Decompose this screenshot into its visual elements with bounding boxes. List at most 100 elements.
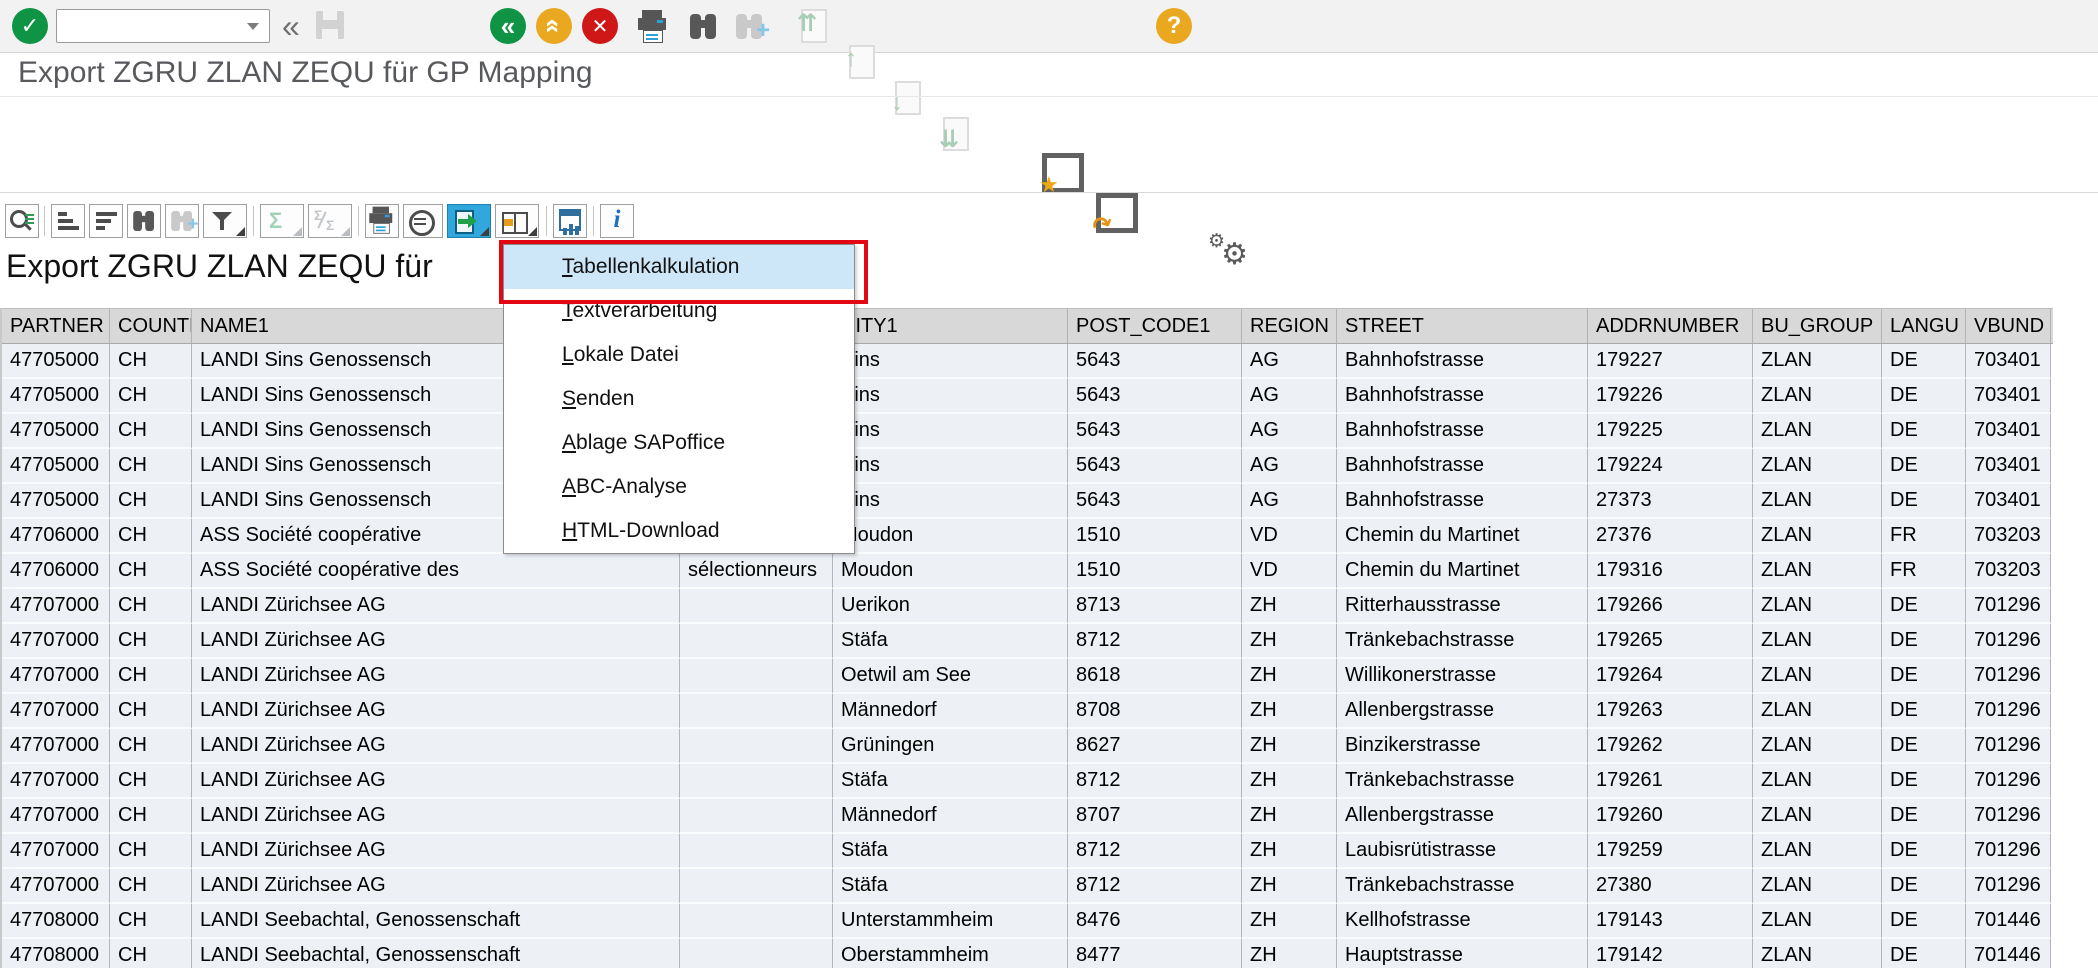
cell-street[interactable]: Ritterhausstrasse (1337, 589, 1588, 624)
command-input[interactable] (60, 13, 239, 39)
cell-bu_group[interactable]: ZLAN (1753, 799, 1882, 834)
cell-region[interactable]: ZH (1242, 764, 1337, 799)
customize-button[interactable]: ⚙ ⚙ (1208, 230, 1248, 268)
cell-name2[interactable] (680, 799, 833, 834)
cell-name2[interactable] (680, 694, 833, 729)
cell-post_code1[interactable]: 1510 (1068, 554, 1242, 589)
cell-street[interactable]: Laubisrütistrasse (1337, 834, 1588, 869)
cell-addrnumber[interactable]: 179264 (1588, 659, 1753, 694)
cell-langu[interactable]: DE (1882, 764, 1966, 799)
cell-partner[interactable]: 47706000 (2, 519, 110, 554)
print-button[interactable] (634, 8, 670, 44)
cell-langu[interactable]: DE (1882, 659, 1966, 694)
menu-item-html-download[interactable]: HTML-Download (504, 509, 854, 553)
cell-post_code1[interactable]: 8712 (1068, 869, 1242, 904)
cell-post_code1[interactable]: 8712 (1068, 764, 1242, 799)
graphic-button[interactable] (553, 204, 587, 238)
cell-post_code1[interactable]: 5643 (1068, 344, 1242, 379)
cell-region[interactable]: AG (1242, 379, 1337, 414)
cell-bu_group[interactable]: ZLAN (1753, 414, 1882, 449)
column-header-street[interactable]: STREET (1337, 309, 1588, 343)
cell-post_code1[interactable]: 5643 (1068, 379, 1242, 414)
cell-region[interactable]: VD (1242, 519, 1337, 554)
cell-partner[interactable]: 47707000 (2, 799, 110, 834)
cell-post_code1[interactable]: 8477 (1068, 939, 1242, 968)
cell-langu[interactable]: DE (1882, 869, 1966, 904)
cell-city1[interactable]: Männedorf (833, 694, 1068, 729)
cell-country[interactable]: CH (110, 624, 192, 659)
cell-langu[interactable]: DE (1882, 449, 1966, 484)
cell-addrnumber[interactable]: 179262 (1588, 729, 1753, 764)
cell-addrnumber[interactable]: 179226 (1588, 379, 1753, 414)
print-button-grid[interactable] (365, 204, 399, 238)
cell-vbund[interactable]: 701296 (1966, 764, 2051, 799)
column-header-bu_group[interactable]: BU_GROUP (1753, 309, 1882, 343)
cell-langu[interactable]: DE (1882, 904, 1966, 939)
cell-bu_group[interactable]: ZLAN (1753, 379, 1882, 414)
cancel-button[interactable]: ✕ (582, 8, 618, 44)
cell-city1[interactable]: Moudon (833, 519, 1068, 554)
table-row[interactable]: 47707000CHLANDI Zürichsee AGOetwil am Se… (2, 659, 2053, 694)
column-header-country[interactable]: COUNTRY (110, 309, 192, 343)
cell-vbund[interactable]: 703401 (1966, 449, 2051, 484)
cell-post_code1[interactable]: 8712 (1068, 624, 1242, 659)
cell-city1[interactable]: Oetwil am See (833, 659, 1068, 694)
cell-city1[interactable]: Sins (833, 449, 1068, 484)
cell-street[interactable]: Bahnhofstrasse (1337, 449, 1588, 484)
cell-region[interactable]: ZH (1242, 624, 1337, 659)
cell-bu_group[interactable]: ZLAN (1753, 519, 1882, 554)
cell-vbund[interactable]: 703203 (1966, 519, 2051, 554)
cell-partner[interactable]: 47707000 (2, 694, 110, 729)
cell-city1[interactable]: Stäfa (833, 869, 1068, 904)
cell-vbund[interactable]: 701296 (1966, 589, 2051, 624)
table-row[interactable]: 47707000CHLANDI Zürichsee AGMännedorf870… (2, 799, 2053, 834)
cell-langu[interactable]: DE (1882, 834, 1966, 869)
cell-city1[interactable]: Sins (833, 379, 1068, 414)
column-header-langu[interactable]: LANGU (1882, 309, 1966, 343)
cell-street[interactable]: Chemin du Martinet (1337, 554, 1588, 589)
new-session-button[interactable]: ↷ (1096, 193, 1138, 233)
cell-name1[interactable]: LANDI Zürichsee AG (192, 869, 680, 904)
column-header-addrnumber[interactable]: ADDRNUMBER (1588, 309, 1753, 343)
cell-region[interactable]: ZH (1242, 799, 1337, 834)
first-page-button[interactable]: ⇈ (798, 7, 828, 43)
cell-region[interactable]: AG (1242, 414, 1337, 449)
cell-country[interactable]: CH (110, 414, 192, 449)
cell-name2[interactable] (680, 589, 833, 624)
cell-bu_group[interactable]: ZLAN (1753, 869, 1882, 904)
table-row[interactable]: 47705000CHLANDI Sins GenossenschSins5643… (2, 484, 2053, 519)
cell-langu[interactable]: DE (1882, 799, 1966, 834)
table-row[interactable]: 47707000CHLANDI Zürichsee AGStäfa8712ZHT… (2, 869, 2053, 904)
cell-country[interactable]: CH (110, 729, 192, 764)
cell-addrnumber[interactable]: 179142 (1588, 939, 1753, 968)
find-button-grid[interactable] (127, 204, 161, 238)
help-button[interactable]: ? (1156, 8, 1192, 44)
cell-post_code1[interactable]: 1510 (1068, 519, 1242, 554)
last-page-button[interactable]: ⇊ (940, 115, 970, 151)
column-header-vbund[interactable]: VBUND (1966, 309, 2051, 343)
back-button[interactable]: « (490, 8, 526, 44)
find-next-button[interactable]: + (732, 9, 766, 43)
cell-post_code1[interactable]: 5643 (1068, 449, 1242, 484)
cell-addrnumber[interactable]: 179227 (1588, 344, 1753, 379)
views-button[interactable] (403, 204, 443, 238)
cell-partner[interactable]: 47705000 (2, 414, 110, 449)
cell-addrnumber[interactable]: 179260 (1588, 799, 1753, 834)
cell-street[interactable]: Binzikerstrasse (1337, 729, 1588, 764)
cell-addrnumber[interactable]: 27380 (1588, 869, 1753, 904)
cell-bu_group[interactable]: ZLAN (1753, 484, 1882, 519)
cell-langu[interactable]: DE (1882, 694, 1966, 729)
cell-region[interactable]: ZH (1242, 939, 1337, 968)
menu-item-textverarbeitung[interactable]: Textverarbeitung (504, 289, 854, 333)
cell-addrnumber[interactable]: 179225 (1588, 414, 1753, 449)
cell-name1[interactable]: LANDI Zürichsee AG (192, 589, 680, 624)
cell-street[interactable]: Bahnhofstrasse (1337, 484, 1588, 519)
cell-addrnumber[interactable]: 179261 (1588, 764, 1753, 799)
menu-item-senden[interactable]: Senden (504, 377, 854, 421)
cell-name1[interactable]: LANDI Zürichsee AG (192, 624, 680, 659)
cell-country[interactable]: CH (110, 764, 192, 799)
cell-city1[interactable]: Unterstammheim (833, 904, 1068, 939)
column-header-region[interactable]: REGION (1242, 309, 1337, 343)
cell-street[interactable]: Tränkebachstrasse (1337, 624, 1588, 659)
cell-region[interactable]: ZH (1242, 694, 1337, 729)
